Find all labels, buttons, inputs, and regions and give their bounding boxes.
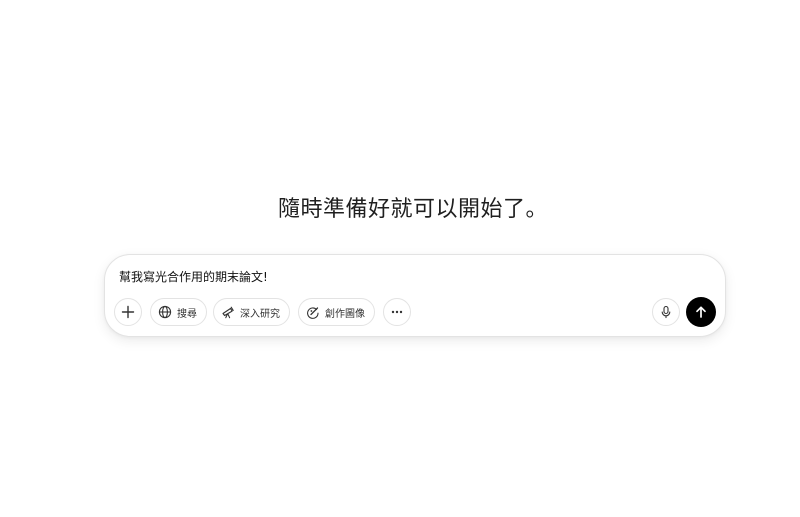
chat-page: 隨時準備好就可以開始了。 幫我寫光合作用的期末論文! 搜尋 深入研究 創作圖像	[0, 0, 800, 517]
image-create-icon	[306, 305, 320, 319]
page-title: 隨時準備好就可以開始了。	[277, 197, 548, 222]
deep-research-label: 深入研究	[240, 308, 280, 320]
telescope-icon	[221, 305, 235, 319]
microphone-icon	[659, 305, 673, 319]
more-tools-button[interactable]	[383, 298, 411, 326]
globe-icon	[158, 305, 172, 319]
search-tool-button[interactable]: 搜尋	[150, 298, 207, 326]
prompt-input[interactable]: 幫我寫光合作用的期末論文!	[119, 268, 268, 286]
send-button[interactable]	[686, 297, 716, 327]
create-image-label: 創作圖像	[325, 308, 365, 320]
plus-icon	[121, 305, 135, 319]
search-tool-label: 搜尋	[177, 308, 197, 320]
ellipsis-icon	[390, 305, 404, 319]
voice-input-button[interactable]	[652, 298, 680, 326]
deep-research-button[interactable]: 深入研究	[213, 298, 290, 326]
arrow-up-icon	[694, 305, 708, 319]
prompt-composer: 幫我寫光合作用的期末論文! 搜尋 深入研究 創作圖像	[104, 254, 726, 337]
create-image-button[interactable]: 創作圖像	[298, 298, 375, 326]
add-attachment-button[interactable]	[114, 298, 142, 326]
composer-toolbar: 搜尋 深入研究 創作圖像	[114, 297, 716, 328]
